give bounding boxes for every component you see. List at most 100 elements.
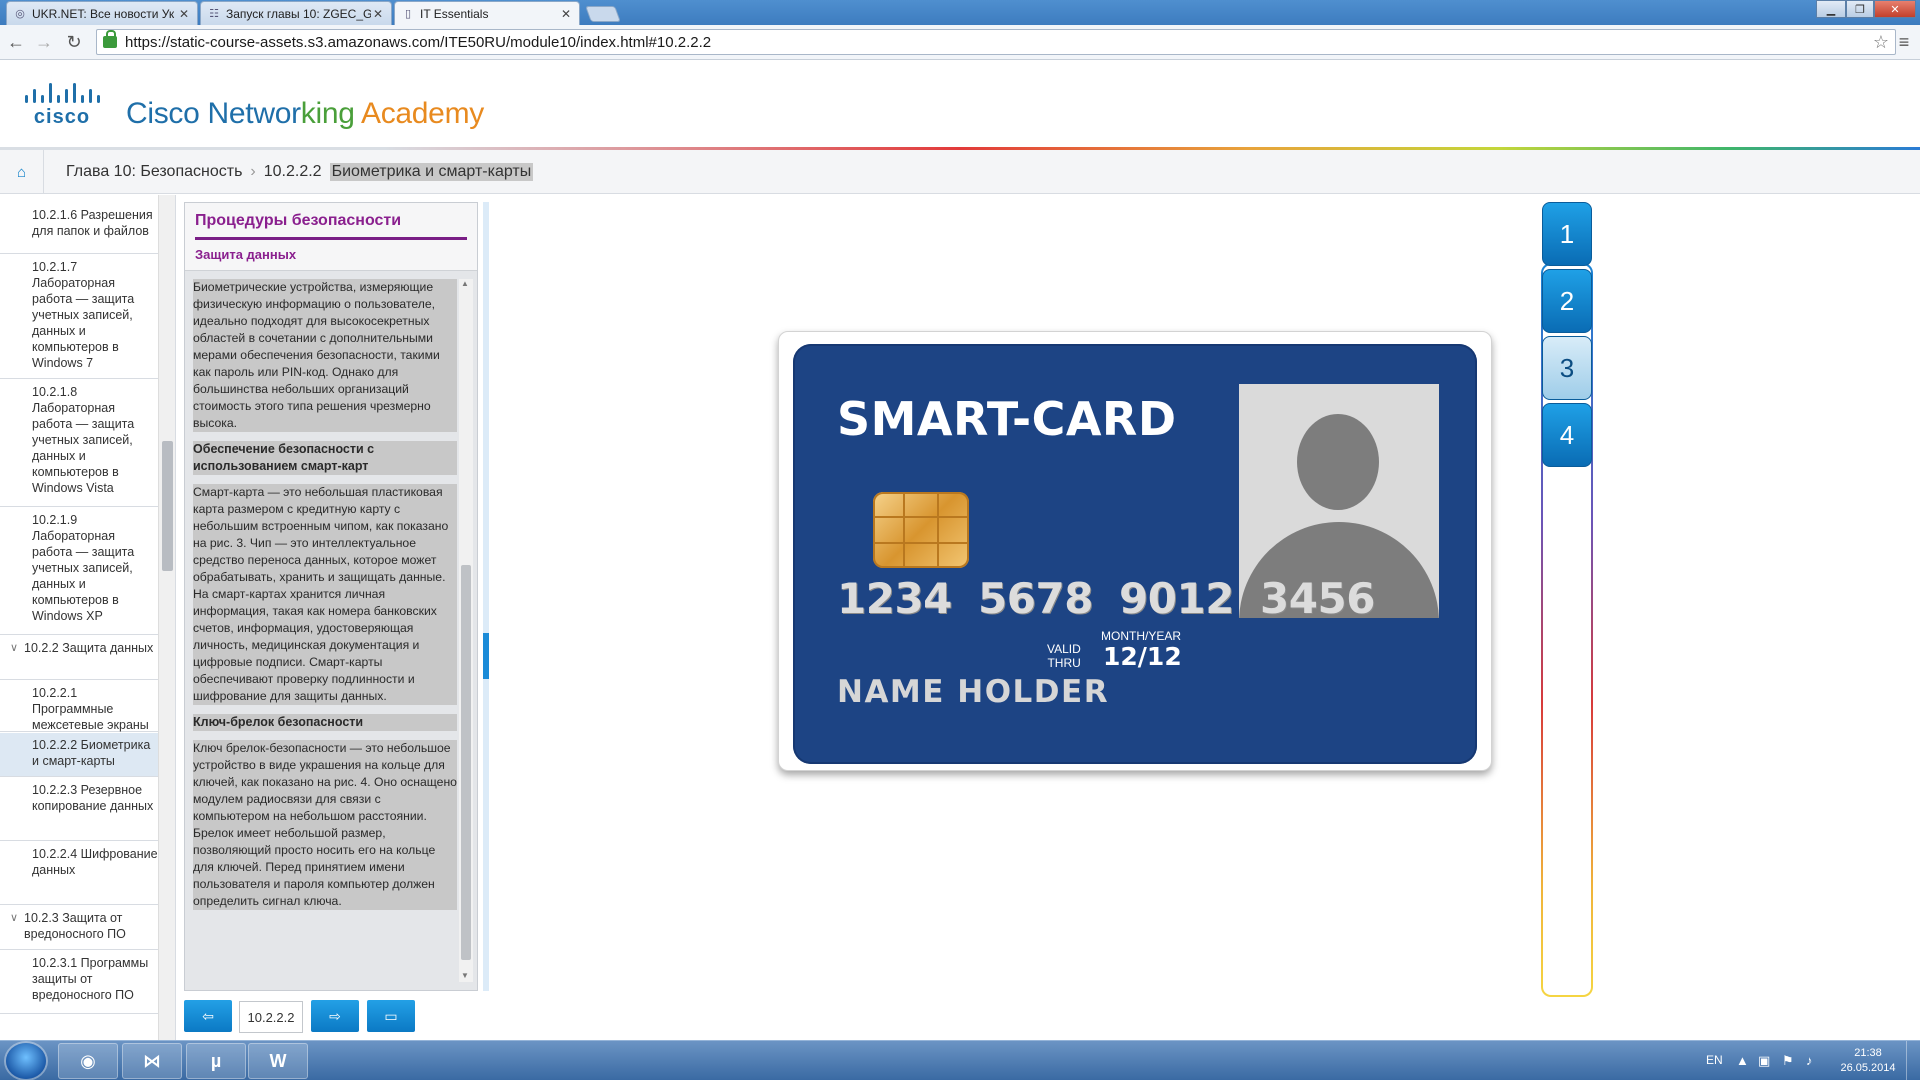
panel-scroll-thumb[interactable] <box>461 565 471 960</box>
window-close-button[interactable]: ✕ <box>1874 0 1916 18</box>
utorrent-taskbar-icon[interactable]: µ <box>186 1043 246 1079</box>
sidebar-item-10-2-1-8[interactable]: 10.2.1.8 Лабораторная работа — защита уч… <box>0 380 158 507</box>
sidebar-item-10-2-2-1[interactable]: 10.2.2.1 Программные межсетевые экраны <box>0 681 158 732</box>
volume-icon[interactable]: ♪ <box>1806 1053 1813 1068</box>
chip-icon <box>873 492 969 568</box>
show-hidden-icons-icon[interactable]: ▲ <box>1736 1053 1749 1068</box>
breadcrumb: ⌂ Глава 10: Безопасность › 10.2.2.2 Биом… <box>0 150 1920 194</box>
sidebar-group-10-2-2[interactable]: ∨ 10.2.2 Защита данных <box>0 636 158 680</box>
course-page: cisco Cisco Networking Academy ⌂ Глава 1… <box>0 61 1920 1040</box>
card-valid-thru-label: VALID THRU <box>1047 642 1081 670</box>
sidebar-item-label: 10.2.2.3 Резервное копирование данных <box>32 783 154 813</box>
fullscreen-button[interactable]: ▭ <box>367 1000 415 1032</box>
word-taskbar-icon[interactable]: W <box>248 1043 308 1079</box>
address-bar[interactable]: https://static-course-assets.s3.amazonaw… <box>96 29 1896 55</box>
forward-icon[interactable]: → <box>32 30 56 54</box>
tab-label: UKR.NET: Все новости Ук <box>32 6 175 21</box>
reload-icon[interactable]: ↻ <box>62 30 86 54</box>
splitter-handle[interactable] <box>483 633 489 679</box>
sidebar-item-label: 10.2.3 Защита от вредоносного ПО <box>24 911 126 941</box>
heading-smart-cards: Обеспечение безопасности с использование… <box>193 441 457 475</box>
sidebar-scroll-thumb[interactable] <box>162 441 173 571</box>
cisco-logo: cisco <box>25 83 100 127</box>
clock-time: 21:38 <box>1854 1047 1882 1059</box>
bookmark-star-icon[interactable]: ☆ <box>1873 32 1889 53</box>
tab-chapter-launch[interactable]: ☷ Запуск главы 10: ZGEC_G ✕ <box>200 1 392 25</box>
sidebar-nav: 10.2.1.6 Разрешения для папок и файлов 1… <box>0 195 176 1040</box>
sidebar-item-10-2-1-9[interactable]: 10.2.1.9 Лабораторная работа — защита уч… <box>0 508 158 635</box>
next-page-button[interactable]: ⇨ <box>311 1000 359 1032</box>
close-tab-icon[interactable]: ✕ <box>559 7 573 21</box>
figure-3-button[interactable]: 3 <box>1542 336 1592 400</box>
browser-toolbar: ← → ↻ https://static-course-assets.s3.am… <box>0 25 1920 60</box>
breadcrumb-trail: Глава 10: Безопасность › 10.2.2.2 Биомет… <box>66 163 534 181</box>
chevron-down-icon: ∨ <box>10 912 19 924</box>
home-icon[interactable]: ⌂ <box>0 150 44 194</box>
menu-icon[interactable]: ≡ <box>1894 30 1914 54</box>
course-icon: ☷ <box>209 8 219 20</box>
start-button[interactable] <box>6 1043 46 1079</box>
windows-taskbar: ◉ ⋈ µ W EN ▲ ▣ ⚑ ♪ 21:38 26.05.2014 <box>0 1040 1920 1080</box>
sidebar-scrollbar[interactable] <box>158 195 175 1040</box>
sidebar-item-label: 10.2.1.7 Лабораторная работа — защита уч… <box>32 260 135 370</box>
sidebar-item-label: 10.2.2.2 Биометрика и смарт-карты <box>32 738 151 768</box>
show-desktop-button[interactable] <box>1906 1041 1920 1080</box>
breadcrumb-section-number: 10.2.2.2 <box>263 163 322 180</box>
breadcrumb-section-title: Биометрика и смарт-карты <box>329 163 534 181</box>
network-icon[interactable]: ▣ <box>1758 1053 1770 1069</box>
panel-subtitle: Защита данных <box>195 247 297 262</box>
language-indicator[interactable]: EN <box>1706 1053 1723 1067</box>
sidebar-item-10-2-2-2[interactable]: 10.2.2.2 Биометрика и смарт-карты <box>0 733 158 777</box>
close-tab-icon[interactable]: ✕ <box>177 7 191 21</box>
close-tab-icon[interactable]: ✕ <box>371 7 385 21</box>
person-head-icon <box>1297 414 1379 510</box>
scroll-up-arrow-icon[interactable]: ▲ <box>461 279 469 288</box>
breadcrumb-chapter[interactable]: Глава 10: Безопасность <box>66 163 242 181</box>
panel-scrollbar[interactable]: ▲ ▼ <box>459 279 473 982</box>
clock-date: 26.05.2014 <box>1840 1062 1896 1074</box>
sidebar-item-10-2-1-7[interactable]: 10.2.1.7 Лабораторная работа — защита уч… <box>0 255 158 379</box>
new-tab-button[interactable] <box>585 6 621 22</box>
visual-studio-taskbar-icon[interactable]: ⋈ <box>122 1043 182 1079</box>
tab-it-essentials[interactable]: ▯ IT Essentials ✕ <box>394 1 580 25</box>
figure-frame: SMART-CARD 1234 5678 9012 3456 MONTH/YEA… <box>778 331 1492 771</box>
page-icon: ▯ <box>404 8 412 20</box>
scroll-down-arrow-icon[interactable]: ▼ <box>461 971 469 980</box>
action-center-flag-icon[interactable]: ⚑ <box>1782 1053 1794 1069</box>
panel-splitter[interactable] <box>483 202 489 991</box>
page-number-field[interactable]: 10.2.2.2 <box>239 1001 303 1033</box>
tab-label: Запуск главы 10: ZGEC_G <box>226 6 371 21</box>
chrome-taskbar-icon[interactable]: ◉ <box>58 1043 118 1079</box>
sidebar-item-10-2-2-4[interactable]: 10.2.2.4 Шифрование данных <box>0 842 158 905</box>
sidebar-item-10-2-3-1[interactable]: 10.2.3.1 Программы защиты от вредоносног… <box>0 951 158 1014</box>
minimize-button[interactable]: ▁ <box>1816 0 1846 18</box>
card-holder-name: NAME HOLDER <box>837 674 1110 710</box>
sidebar-item-10-2-2-3[interactable]: 10.2.2.3 Резервное копирование данных <box>0 778 158 841</box>
content-text-panel: Процедуры безопасности Защита данных Био… <box>184 202 478 991</box>
paragraph-smart-cards: Смарт-карта — это небольшая пластиковая … <box>193 484 457 705</box>
card-title: SMART-CARD <box>837 392 1177 446</box>
maximize-button[interactable]: ❐ <box>1846 0 1874 18</box>
sidebar-item-label: 10.2.2.1 Программные межсетевые экраны <box>32 686 149 732</box>
tab-ukrnet[interactable]: ◎ UKR.NET: Все новости Ук ✕ <box>6 1 198 25</box>
figure-2-button[interactable]: 2 <box>1542 269 1592 333</box>
figure-1-button[interactable]: 1 <box>1542 202 1592 266</box>
panel-title-underline <box>195 237 467 240</box>
previous-page-button[interactable]: ⇦ <box>184 1000 232 1032</box>
sidebar-item-label: 10.2.1.9 Лабораторная работа — защита уч… <box>32 513 135 623</box>
panel-header: Процедуры безопасности Защита данных <box>185 203 477 271</box>
sidebar-group-10-2-3[interactable]: ∨ 10.2.3 Защита от вредоносного ПО <box>0 906 158 950</box>
url-text: https://static-course-assets.s3.amazonaw… <box>125 33 712 51</box>
paragraph-key-fob: Ключ брелок-безопасности — это небольшое… <box>193 740 457 910</box>
figure-4-button[interactable]: 4 <box>1542 403 1592 467</box>
sidebar-item-label: 10.2.1.8 Лабораторная работа — защита уч… <box>32 385 135 495</box>
back-icon[interactable]: ← <box>4 30 28 54</box>
sidebar-item-10-2-1-6[interactable]: 10.2.1.6 Разрешения для папок и файлов <box>0 203 158 254</box>
cisco-wordmark: cisco <box>34 106 90 127</box>
card-number: 1234 5678 9012 3456 <box>837 574 1375 623</box>
screen-icon: ▭ <box>384 1007 398 1024</box>
system-clock[interactable]: 21:38 26.05.2014 <box>1828 1046 1908 1076</box>
brand-header: cisco Cisco Networking Academy <box>0 61 1920 147</box>
chevron-down-icon: ∨ <box>10 642 19 654</box>
academy-title: Cisco Networking Academy <box>126 97 484 130</box>
